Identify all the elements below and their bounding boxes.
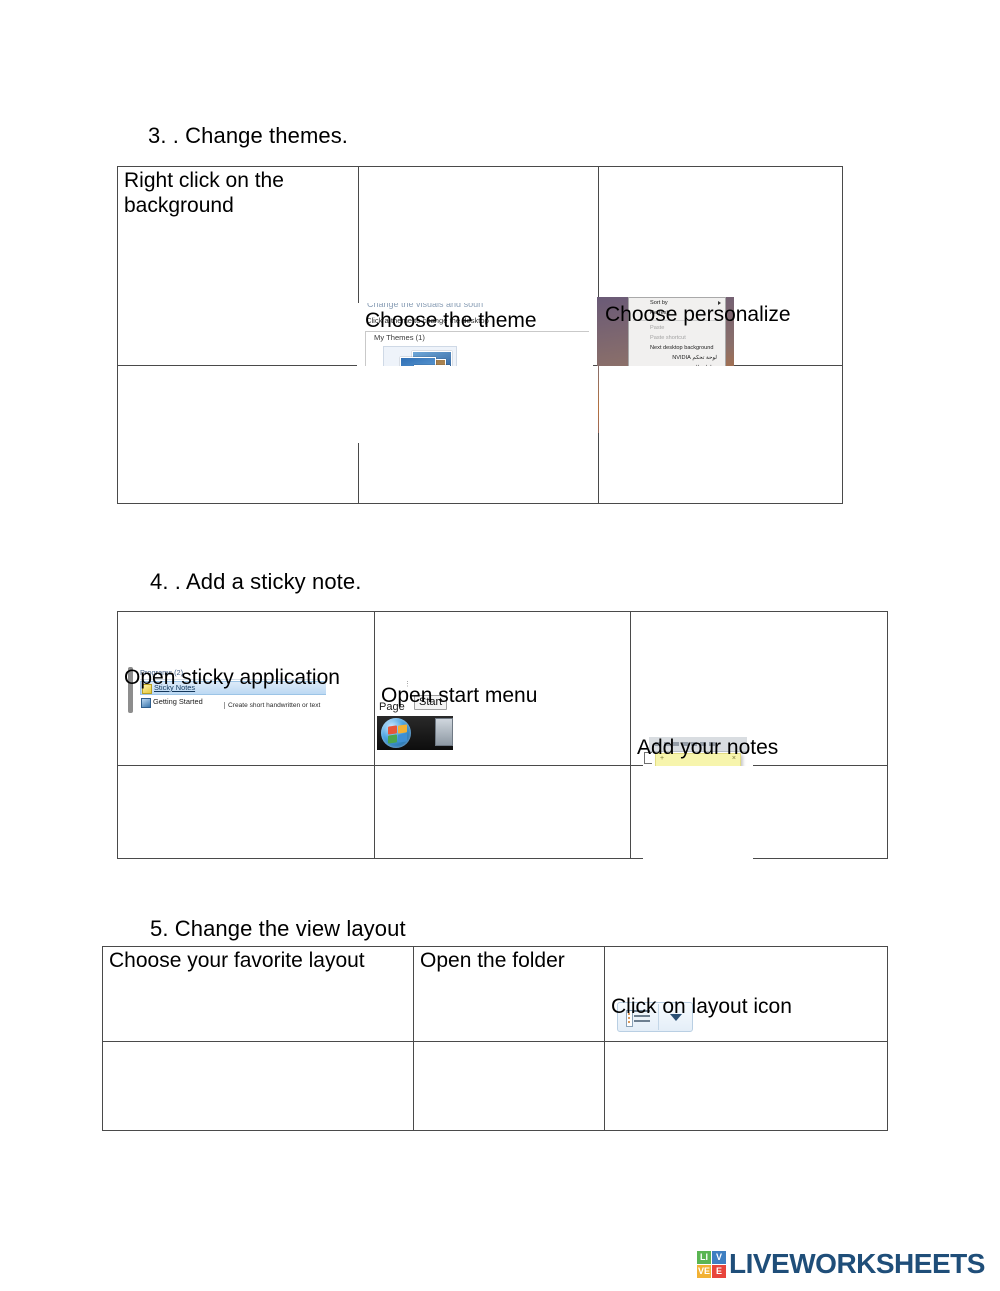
- cell-label: Choose the theme: [365, 309, 537, 332]
- themes-group-label: My Themes (1): [371, 333, 428, 342]
- cell-label: Right click on the background: [124, 169, 284, 217]
- logo-wordmark: LIVEWORKSHEETS: [729, 1248, 985, 1279]
- menu-item-next-desktop-background[interactable]: Next desktop background: [629, 343, 725, 353]
- getting-started-icon: [141, 698, 151, 708]
- cell-label: Choose personalize: [605, 303, 791, 326]
- answer-cell-open-the-folder[interactable]: [413, 1041, 605, 1131]
- menu-item-paste-shortcut: Paste shortcut: [650, 335, 686, 341]
- answer-cell-open-start-menu[interactable]: [374, 765, 631, 859]
- cell-label: Add your notes: [637, 736, 779, 759]
- table-row: [117, 765, 888, 859]
- cell-choose-personalize[interactable]: Sort by Refresh Paste Paste shortcut Nex…: [597, 166, 843, 433]
- table-add-sticky-note: Programs (2) Sticky Notes Getting Starte…: [117, 611, 888, 865]
- cell-label: Choose your favorite layout: [109, 949, 365, 972]
- table-row: [117, 365, 843, 504]
- cell-label: Open sticky application: [124, 666, 340, 689]
- cell-label: Click on layout icon: [611, 995, 792, 1018]
- cell-choose-favorite-layout[interactable]: Choose your favorite layout: [102, 946, 414, 1042]
- section-heading-add-sticky-note: 4. . Add a sticky note.: [150, 569, 362, 594]
- cell-open-the-folder[interactable]: Open the folder: [413, 946, 605, 1042]
- cell-right-click-background[interactable]: Right click on the background: [117, 166, 359, 366]
- table-change-view-layout: Choose your favorite layout Open the fol…: [102, 946, 888, 1131]
- cell-label: Open the folder: [420, 949, 565, 972]
- answer-cell-right-click-background[interactable]: [117, 365, 359, 504]
- logo-block-e: E: [712, 1264, 726, 1278]
- logo-block-li: LI: [697, 1250, 711, 1264]
- table-row: [102, 1041, 888, 1131]
- search-result-tooltip: Create short handwritten or text: [224, 702, 320, 709]
- cell-add-your-notes[interactable]: + × Add your notes: [630, 611, 888, 865]
- answer-cell-add-your-notes[interactable]: [630, 765, 888, 859]
- logo-block-v: V: [712, 1250, 726, 1264]
- table-change-themes: Right click on the background Change the…: [117, 166, 843, 504]
- answer-cell-choose-theme[interactable]: [358, 365, 599, 504]
- answer-cell-open-sticky-application[interactable]: [117, 765, 375, 859]
- menu-item-nvidia-control-panel[interactable]: لوحة تحكم NVIDIA: [629, 353, 725, 363]
- section-heading-change-themes: 3. . Change themes.: [148, 123, 349, 148]
- table-row: Right click on the background Change the…: [117, 166, 843, 443]
- answer-cell-click-layout-icon[interactable]: [604, 1041, 888, 1131]
- answer-cell-choose-favorite-layout[interactable]: [102, 1041, 414, 1131]
- liveworksheets-logo[interactable]: LI V VE E LIVEWORKSHEETS: [697, 1248, 985, 1280]
- cell-click-layout-icon[interactable]: Click on layout icon: [604, 946, 888, 1042]
- search-result-getting-started[interactable]: Getting Started: [140, 696, 203, 708]
- logo-block-ve: VE: [697, 1264, 711, 1278]
- cell-open-start-menu[interactable]: ⋮ Page Start Open start menu: [374, 611, 631, 766]
- table-row: Programs (2) Sticky Notes Getting Starte…: [117, 611, 888, 865]
- cell-open-sticky-application[interactable]: Programs (2) Sticky Notes Getting Starte…: [117, 611, 375, 766]
- cell-label: Open start menu: [381, 684, 538, 707]
- taskbar-button[interactable]: [435, 718, 453, 746]
- worksheet-page: 3. . Change themes. Right click on the b…: [0, 0, 1000, 1291]
- logo-blocks: LI V VE E: [697, 1250, 726, 1278]
- section-heading-change-view-layout: 5. Change the view layout: [150, 916, 406, 941]
- cell-choose-theme[interactable]: Change the visuals and soun Click a them…: [357, 166, 599, 443]
- answer-cell-choose-personalize[interactable]: [598, 365, 843, 504]
- table-row: Choose your favorite layout Open the fol…: [102, 946, 888, 1042]
- windows-start-orb-icon[interactable]: [381, 718, 411, 748]
